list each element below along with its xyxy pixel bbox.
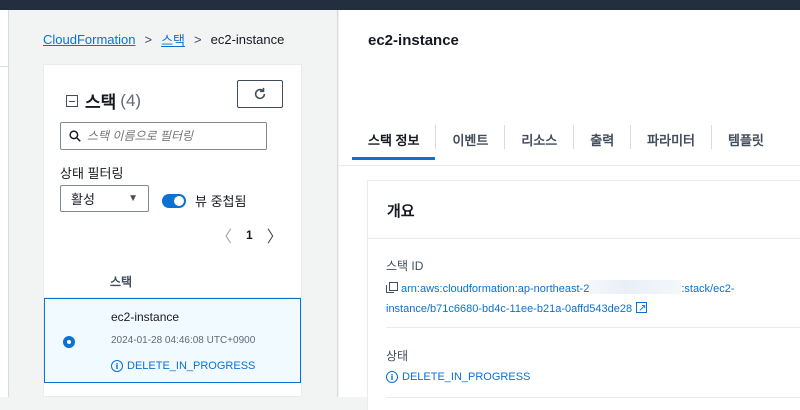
overview-container: 개요 스택 ID arn:aws:cloudformation:ap-north… <box>367 180 800 410</box>
toggle-switch[interactable] <box>162 193 186 208</box>
page-title: ec2-instance <box>368 32 459 49</box>
search-input[interactable] <box>87 129 257 143</box>
external-link-icon[interactable] <box>636 299 648 319</box>
redacted-account-id <box>589 280 682 294</box>
copy-icon[interactable] <box>386 282 398 293</box>
tab-parameters[interactable]: 파라미터 <box>647 125 695 149</box>
tab-template[interactable]: 템플릿 <box>728 125 764 149</box>
stack-status: i DELETE_IN_PROGRESS <box>111 360 255 372</box>
info-icon: i <box>386 371 398 383</box>
tab-outputs[interactable]: 출력 <box>590 125 614 149</box>
toggle-label: 뷰 중첩됨 <box>195 194 247 209</box>
search-box[interactable] <box>60 122 267 150</box>
tab-divider <box>630 125 632 149</box>
tab-divider <box>711 125 712 149</box>
refresh-button[interactable] <box>237 80 283 108</box>
detail-column: ec2-instance 스택 정보 이벤트 리소스 출력 파라미터 템플릿 개… <box>339 10 800 410</box>
left-column: CloudFormation > 스택 > ec2-instance 스택 (4… <box>9 10 338 397</box>
stack-id-label: 스택 ID <box>386 259 424 273</box>
search-icon <box>69 130 81 142</box>
row-radio-button[interactable] <box>63 336 75 348</box>
stack-id-part1: arn:aws:cloudformation:ap-northeast-2 <box>401 283 590 295</box>
top-navigation-bar <box>0 0 800 10</box>
prev-page-icon[interactable]: 〈 <box>216 223 232 247</box>
divider <box>0 66 9 67</box>
breadcrumb-cloudformation[interactable]: CloudFormation <box>43 32 136 47</box>
stacks-panel: 스택 (4) 상태 필터링 활성 ▼ 뷰 중첩됨 〈 1 〉 스택 ec2 <box>43 64 302 397</box>
tabs-underline <box>339 165 800 166</box>
stack-created-time: 2024-01-28 04:46:08 UTC+0900 <box>111 335 256 346</box>
table-row[interactable]: ec2-instance 2024-01-28 04:46:08 UTC+090… <box>44 298 301 383</box>
page-number[interactable]: 1 <box>246 228 253 242</box>
stack-id-part3: instance/b71c6680-bd4c-11ee-b21a-0affd54… <box>386 303 633 315</box>
tab-divider <box>504 125 506 149</box>
next-page-icon[interactable]: 〉 <box>267 223 283 247</box>
status-filter-label: 상태 필터링 <box>60 166 124 181</box>
info-icon: i <box>111 360 123 372</box>
divider <box>386 327 800 328</box>
tab-bar: 스택 정보 이벤트 리소스 출력 파라미터 템플릿 <box>351 125 764 160</box>
status-filter-select[interactable]: 활성 ▼ <box>60 185 149 212</box>
stacks-panel-title: 스택 (4) <box>66 88 141 113</box>
chevron-right-icon: > <box>144 32 153 47</box>
breadcrumb-stacks[interactable]: 스택 <box>161 30 185 49</box>
divider <box>386 397 800 398</box>
chevron-right-icon: > <box>194 32 202 47</box>
status-label: 상태 <box>386 349 409 363</box>
collapse-icon[interactable] <box>66 94 78 107</box>
stack-id-value[interactable]: arn:aws:cloudformation:ap-northeast-2 :st… <box>386 279 800 319</box>
overview-header: 개요 <box>368 181 800 239</box>
tab-events[interactable]: 이벤트 <box>452 125 488 149</box>
tab-resources[interactable]: 리소스 <box>521 125 557 149</box>
overview-heading: 개요 <box>387 203 415 220</box>
stack-status-text: DELETE_IN_PROGRESS <box>127 360 256 372</box>
status-value: i DELETE_IN_PROGRESS <box>386 371 530 383</box>
tab-stack-info[interactable]: 스택 정보 <box>351 125 437 160</box>
status-filter-value: 활성 <box>71 192 95 207</box>
refresh-icon <box>254 87 266 100</box>
side-navigation-edge <box>0 10 9 397</box>
stacks-title-text: 스택 <box>85 93 117 112</box>
status-value-text: DELETE_IN_PROGRESS <box>402 371 531 383</box>
caret-down-icon: ▼ <box>128 193 138 204</box>
tab-divider <box>435 125 437 149</box>
pagination: 〈 1 〉 <box>216 223 283 247</box>
breadcrumb-current: ec2-instance <box>210 32 285 47</box>
tab-divider <box>573 125 575 149</box>
stacks-count: (4) <box>120 90 142 110</box>
stack-id-part2: :stack/ec2- <box>681 283 735 295</box>
table-header: 스택 <box>44 264 301 298</box>
column-header-stack: 스택 <box>110 275 133 289</box>
breadcrumb: CloudFormation > 스택 > ec2-instance <box>43 30 284 49</box>
nested-view-toggle[interactable]: 뷰 중첩됨 <box>162 191 246 210</box>
stack-name[interactable]: ec2-instance <box>111 310 179 324</box>
